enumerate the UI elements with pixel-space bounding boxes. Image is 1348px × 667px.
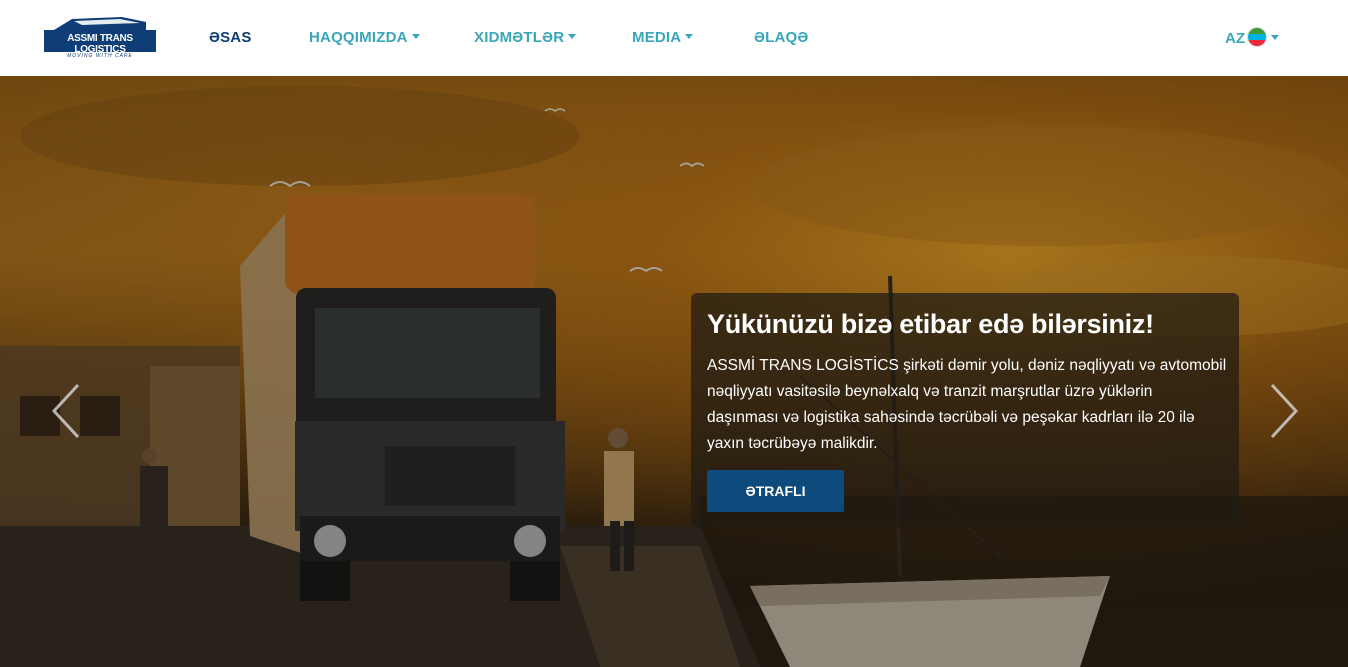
nav-item-contact[interactable]: ƏLAQƏ <box>754 29 808 46</box>
brand-logo[interactable]: ASSMI TRANS LOGISTICS MOVING WITH CARE <box>44 16 156 60</box>
caret-down-icon <box>685 33 694 39</box>
nav-item-label: ƏLAQƏ <box>754 29 809 46</box>
language-selector[interactable]: AZ <box>1225 27 1279 49</box>
nav-item-services[interactable]: XIDMƏTLƏR <box>474 29 577 46</box>
slide-caption: Yükünüzü bizə etibar edə bilərsiniz! ASS… <box>691 293 1239 527</box>
slide-description: ASSMİ TRANS LOGİSTİCS şirkəti dəmir yolu… <box>707 357 1227 452</box>
caret-down-icon <box>411 33 420 39</box>
truck-logo-icon <box>54 17 146 30</box>
brand-name: ASSMI TRANS LOGISTICS <box>67 33 133 55</box>
caret-down-icon <box>1271 34 1279 40</box>
nav-item-about[interactable]: HAQQIMIZDA <box>309 29 420 46</box>
nav-item-label: HAQQIMIZDA <box>309 29 408 46</box>
language-code: AZ <box>1225 29 1245 47</box>
nav-item-label: ƏSAS <box>209 29 252 46</box>
hero-slider: Yükünüzü bizə etibar edə bilərsiniz! ASS… <box>0 76 1348 667</box>
nav-item-media[interactable]: MEDIA <box>632 29 694 46</box>
chevron-right-icon[interactable] <box>1266 381 1300 441</box>
caret-down-icon <box>568 33 577 39</box>
nav-item-label: XIDMƏTLƏR <box>474 29 565 46</box>
azerbaijan-flag-icon <box>1247 27 1267 47</box>
nav-item-home[interactable]: ƏSAS <box>209 29 252 46</box>
site-header: ASSMI TRANS LOGISTICS MOVING WITH CARE Ə… <box>0 0 1348 76</box>
slide-title: Yükünüzü bizə etibar edə bilərsiniz! <box>707 309 1154 339</box>
brand-tagline: MOVING WITH CARE <box>67 53 133 59</box>
nav-item-label: MEDIA <box>632 29 682 46</box>
chevron-left-icon[interactable] <box>50 381 84 441</box>
more-button[interactable]: ƏTRAFLI <box>707 470 844 512</box>
